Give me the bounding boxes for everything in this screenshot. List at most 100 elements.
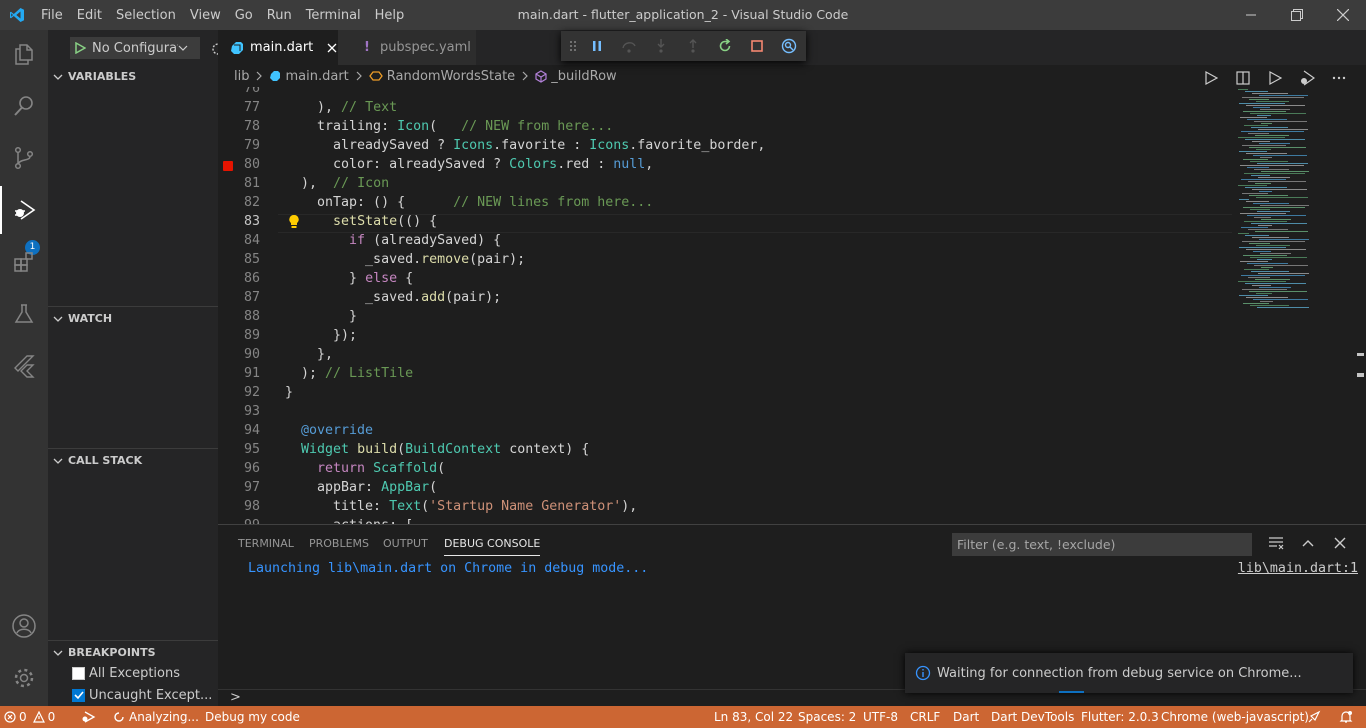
console-filter-input[interactable]: Filter (e.g. text, !exclude): [952, 533, 1252, 556]
code-line[interactable]: 82 onTap: () { // NEW lines from here...: [218, 193, 1232, 212]
testing-icon[interactable]: [0, 290, 48, 338]
breadcrumb-item[interactable]: _buildRow: [551, 69, 617, 84]
checkbox[interactable]: [72, 666, 85, 680]
minimap-line: [1244, 125, 1268, 126]
code-line[interactable]: 99 actions: [: [218, 516, 1232, 524]
code-line[interactable]: 77 ), // Text: [218, 98, 1232, 117]
problems-status[interactable]: 0 0: [4, 706, 55, 728]
code-line[interactable]: 94 @override: [218, 421, 1232, 440]
start-debug-icon[interactable]: [74, 42, 86, 54]
step-out-button[interactable]: [677, 31, 709, 61]
code-line[interactable]: 76: [218, 87, 1232, 98]
encoding-status[interactable]: UTF-8: [863, 706, 898, 728]
device-status[interactable]: Chrome (web-javascript): [1161, 706, 1309, 728]
code-line[interactable]: 98 title: Text('Startup Name Generator')…: [218, 497, 1232, 516]
source-control-icon[interactable]: [0, 134, 48, 182]
code-line[interactable]: 84 if (alreadySaved) {: [218, 231, 1232, 250]
breakpoint-marker[interactable]: [223, 161, 233, 171]
indentation-status[interactable]: Spaces: 2: [798, 706, 856, 728]
call-stack-section-header[interactable]: CALL STACK: [48, 449, 218, 471]
code-line[interactable]: 97 appBar: AppBar(: [218, 478, 1232, 497]
tab-pubspec-yaml[interactable]: ! pubspec.yaml: [338, 30, 476, 65]
menu-selection[interactable]: Selection: [109, 8, 183, 23]
tab-problems[interactable]: PROBLEMS: [309, 537, 369, 550]
restore-button[interactable]: [1274, 0, 1320, 30]
step-over-button[interactable]: [613, 31, 645, 61]
open-devtools-button[interactable]: [773, 31, 805, 61]
code-line[interactable]: 93: [218, 402, 1232, 421]
stop-button[interactable]: [741, 31, 773, 61]
breadcrumb-item[interactable]: RandomWordsState: [387, 69, 515, 84]
analyzing-status[interactable]: Analyzing...: [113, 706, 199, 728]
minimap[interactable]: [1230, 87, 1360, 524]
search-icon[interactable]: [0, 82, 48, 130]
menu-view[interactable]: View: [183, 8, 228, 23]
run-debug-icon[interactable]: [0, 186, 48, 234]
tab-debug-console[interactable]: DEBUG CONSOLE: [444, 537, 541, 556]
eol-status[interactable]: CRLF: [910, 706, 940, 728]
breakpoint-item[interactable]: Uncaught Except...: [72, 684, 212, 706]
code-line[interactable]: 79 alreadySaved ? Icons.favorite : Icons…: [218, 136, 1232, 155]
accounts-icon[interactable]: [0, 602, 48, 650]
flutter-icon[interactable]: [0, 342, 48, 390]
code-line[interactable]: 87 _saved.add(pair);: [218, 288, 1232, 307]
close-window-button[interactable]: [1320, 0, 1366, 30]
manage-gear-icon[interactable]: [0, 654, 48, 702]
minimize-button[interactable]: [1228, 0, 1274, 30]
code-line[interactable]: 80 color: alreadySaved ? Colors.red : nu…: [218, 155, 1232, 174]
code-line[interactable]: 83 setState(() {: [218, 212, 1232, 231]
restart-button[interactable]: [709, 31, 741, 61]
maximize-panel-icon[interactable]: [1301, 536, 1315, 550]
menu-run[interactable]: Run: [260, 8, 299, 23]
menu-help[interactable]: Help: [368, 8, 412, 23]
clear-console-icon[interactable]: [1268, 536, 1284, 550]
cursor-position-status[interactable]: Ln 83, Col 22: [714, 706, 793, 728]
code-line[interactable]: 78 trailing: Icon( // NEW from here...: [218, 117, 1232, 136]
pause-button[interactable]: [581, 31, 613, 61]
notification-toast[interactable]: Waiting for connection from debug servic…: [905, 653, 1353, 693]
explorer-icon[interactable]: [0, 30, 48, 78]
notifications-bell-icon[interactable]: [1339, 706, 1353, 728]
code-line[interactable]: 91 ); // ListTile: [218, 364, 1232, 383]
devtools-status[interactable]: Dart DevTools: [991, 706, 1074, 728]
flutter-version-status[interactable]: Flutter: 2.0.3: [1081, 706, 1159, 728]
watch-section-header[interactable]: WATCH: [48, 307, 218, 329]
breadcrumb-item[interactable]: lib: [234, 69, 249, 84]
tab-main-dart[interactable]: main.dart: [218, 30, 338, 65]
code-line[interactable]: 86 } else {: [218, 269, 1232, 288]
code-line[interactable]: 96 return Scaffold(: [218, 459, 1232, 478]
breakpoint-item[interactable]: All Exceptions: [72, 662, 180, 684]
menu-go[interactable]: Go: [228, 8, 260, 23]
variables-section-header[interactable]: VARIABLES: [48, 65, 218, 87]
extensions-icon[interactable]: [0, 238, 48, 286]
tab-output[interactable]: OUTPUT: [383, 537, 428, 550]
debug-status-icon[interactable]: [80, 706, 96, 728]
minimap-line: [1242, 241, 1305, 242]
menu-file[interactable]: File: [34, 8, 70, 23]
language-status[interactable]: Dart: [953, 706, 979, 728]
step-into-button[interactable]: [645, 31, 677, 61]
checkbox-checked[interactable]: [72, 688, 85, 702]
close-tab-icon[interactable]: [327, 43, 337, 53]
tab-terminal[interactable]: TERMINAL: [238, 537, 294, 550]
lightbulb-icon[interactable]: [288, 214, 300, 230]
code-line[interactable]: 92}: [218, 383, 1232, 402]
console-source-link[interactable]: lib\main.dart:1: [1238, 561, 1358, 576]
drag-handle-icon[interactable]: [569, 40, 581, 52]
code-line[interactable]: 81 ), // Icon: [218, 174, 1232, 193]
code-line[interactable]: 95 Widget build(BuildContext context) {: [218, 440, 1232, 459]
code-line[interactable]: 90 },: [218, 345, 1232, 364]
code-line[interactable]: 85 _saved.remove(pair);: [218, 250, 1232, 269]
code-editor[interactable]: 76 77 ), // Text 78 trailing: Icon( // NE…: [218, 87, 1366, 524]
breakpoints-section-header[interactable]: BREAKPOINTS: [48, 641, 218, 663]
code-line[interactable]: 89 });: [218, 326, 1232, 345]
breadcrumb-item[interactable]: main.dart: [285, 69, 348, 84]
close-panel-icon[interactable]: [1333, 536, 1347, 550]
menu-terminal[interactable]: Terminal: [299, 8, 368, 23]
debug-my-code-status[interactable]: Debug my code: [205, 706, 300, 728]
menu-edit[interactable]: Edit: [70, 8, 109, 23]
debug-config-select[interactable]: No Configurati: [70, 37, 200, 59]
feedback-icon[interactable]: [1307, 706, 1321, 728]
code-line[interactable]: 88 }: [218, 307, 1232, 326]
